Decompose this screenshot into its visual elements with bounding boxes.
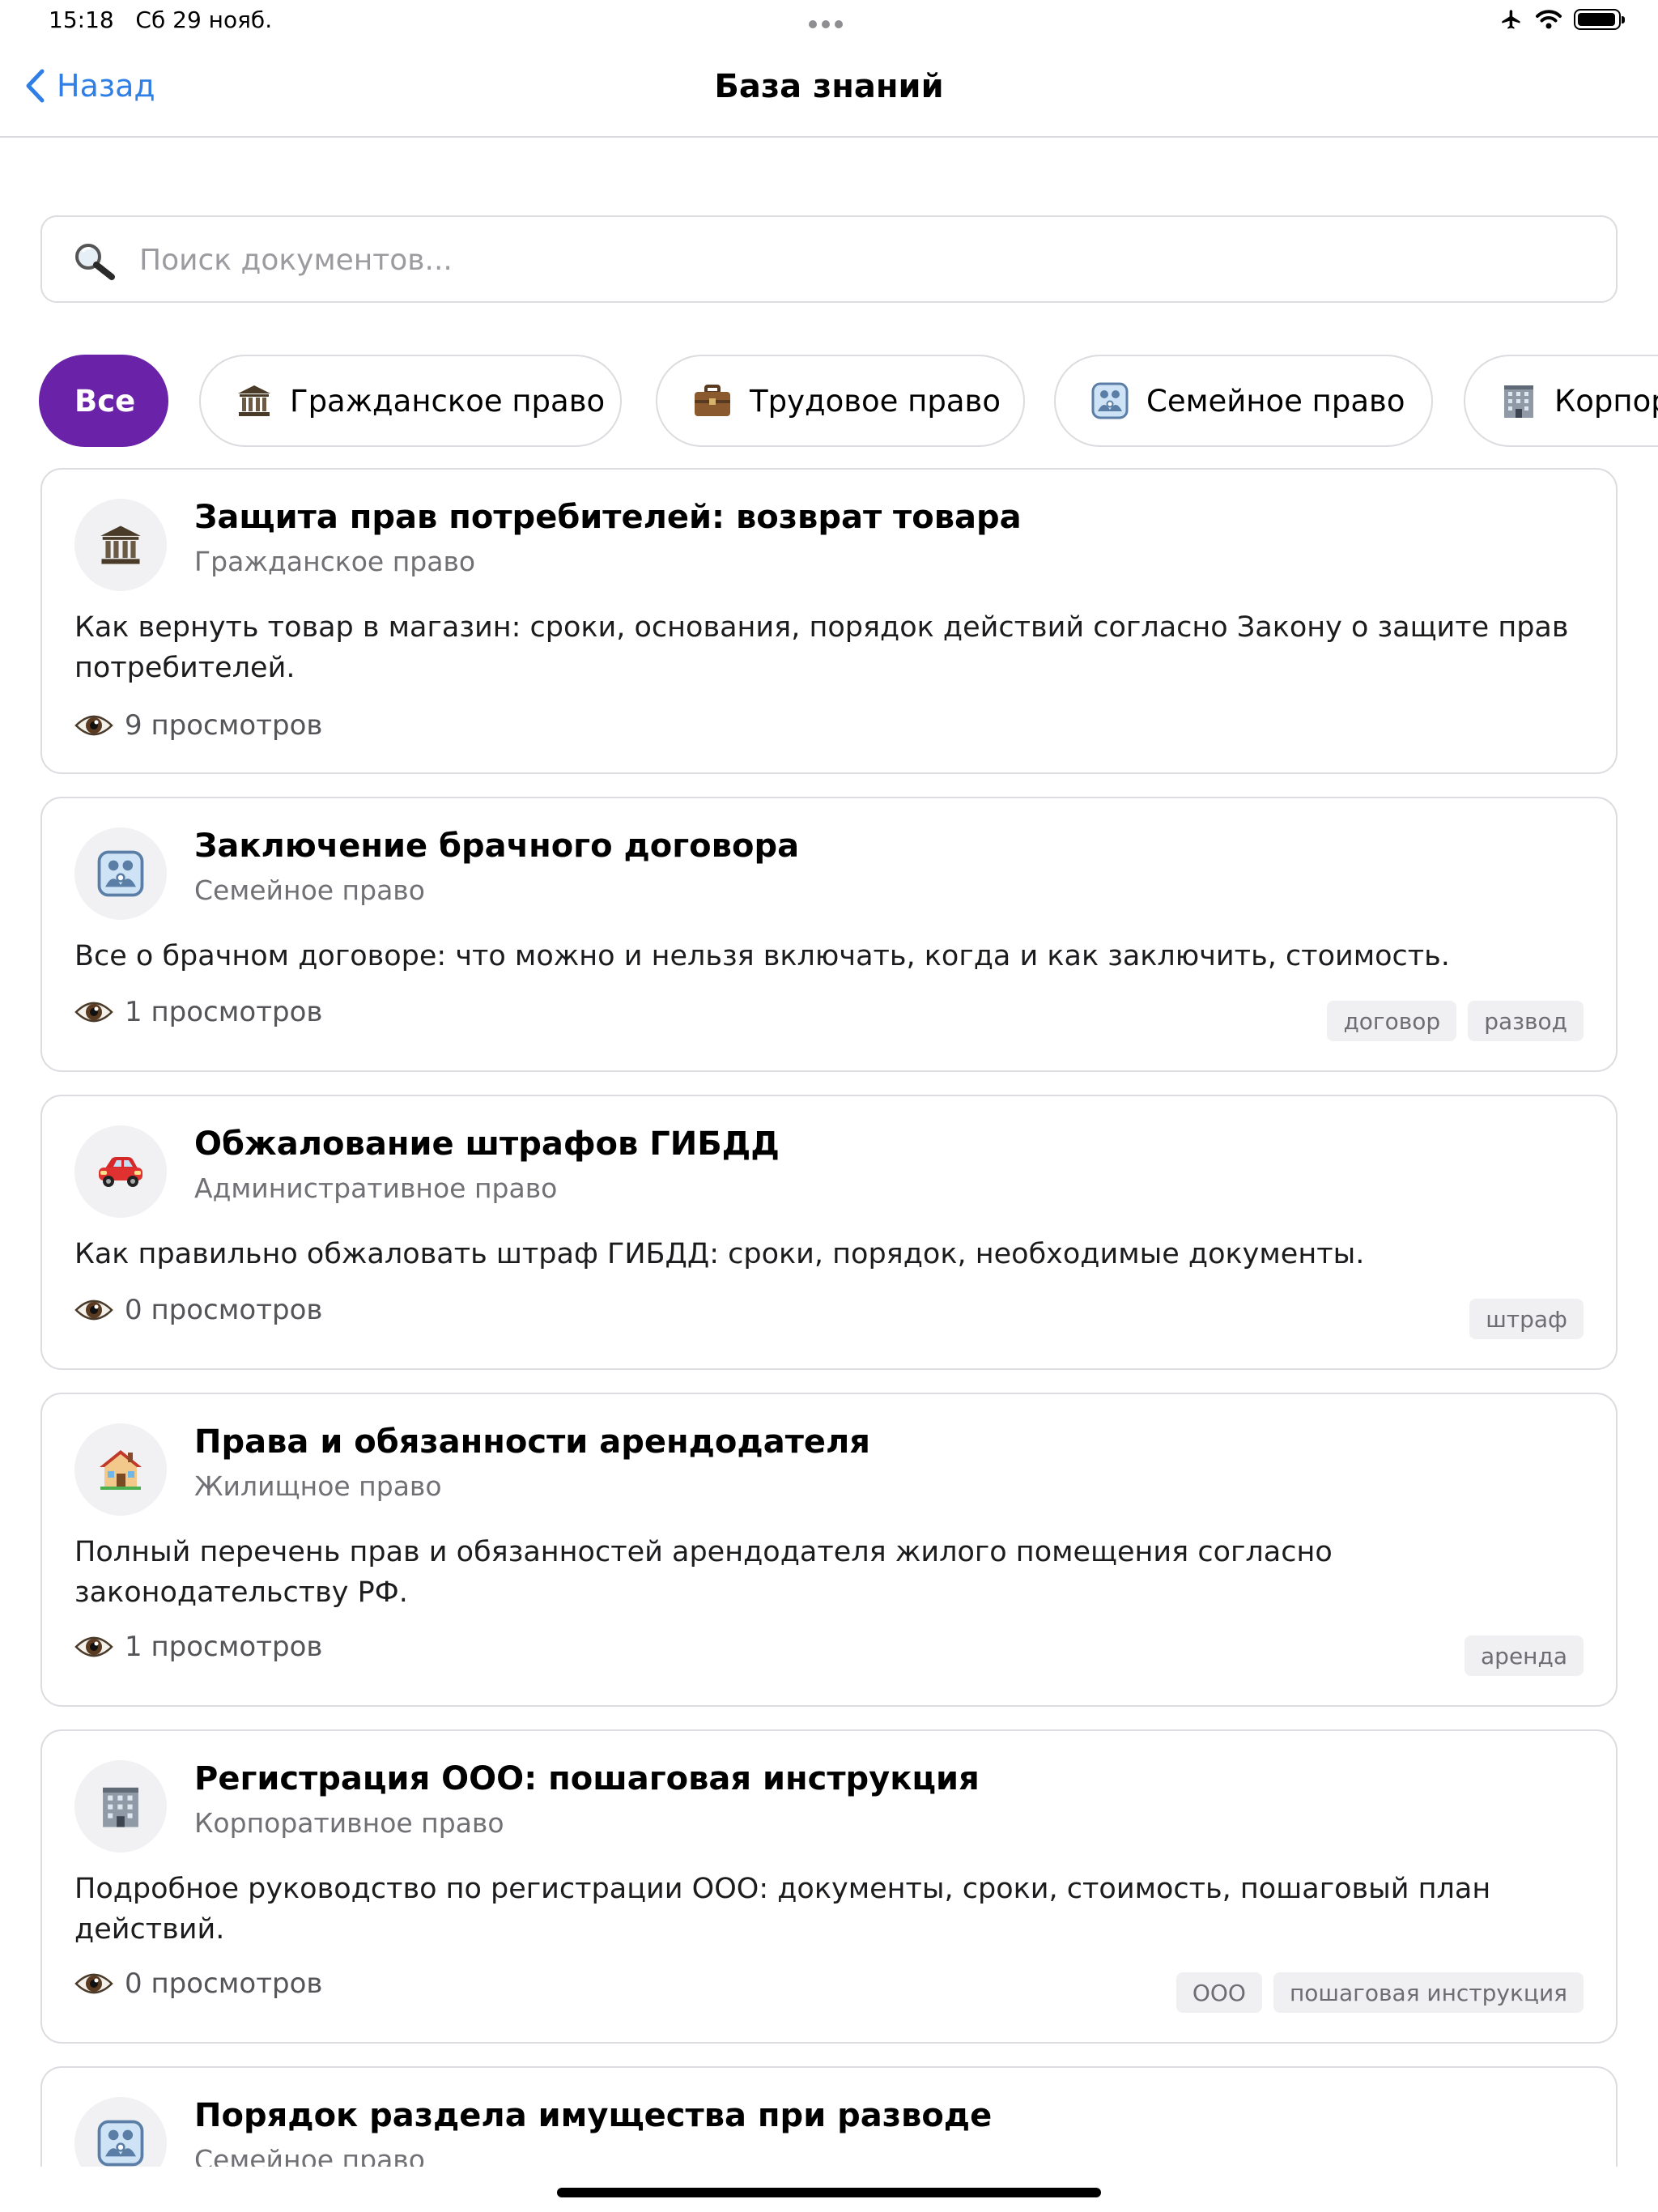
status-time-date: 15:18 Сб 29 нояб. [49,6,272,33]
tag[interactable]: аренда [1465,1636,1584,1676]
document-card[interactable]: Порядок раздела имущества при разводе Се… [40,2066,1618,2167]
document-card[interactable]: Защита прав потребителей: возврат товара… [40,468,1618,774]
car-icon [99,1157,142,1187]
chip-label: Все [74,383,136,419]
eye-icon [74,1636,113,1657]
card-description: Подробное руководство по регистрации ООО… [74,1873,1491,1946]
view-count-label: 1 просмотров [125,996,323,1028]
eye-icon [74,715,113,736]
chip-label: Корпор [1554,383,1658,419]
card-title: Защита прав потребителей: возврат товара [194,499,1022,536]
multitasking-dots-icon[interactable] [806,16,845,32]
card-category: Корпоративное право [194,1807,504,1839]
view-count-label: 9 просмотров [125,709,323,742]
view-count: 1 просмотров [74,1631,322,1663]
chip-family-law[interactable]: Семейное право [1054,355,1433,447]
classical-building-icon [100,525,141,564]
family-icon [1091,382,1129,419]
view-count: 9 просмотров [74,709,322,742]
tag-list: штраф [1469,1299,1584,1339]
page-title: База знаний [714,68,944,105]
tag[interactable]: развод [1468,1001,1584,1041]
category-avatar [74,1125,167,1218]
chip-civil-law[interactable]: Гражданское право [199,355,622,447]
card-category: Административное право [194,1172,558,1204]
search-icon [73,241,117,283]
category-avatar [74,2097,167,2167]
document-card[interactable]: Обжалование штрафов ГИБДД Административн… [40,1095,1618,1370]
briefcase-icon [693,384,732,418]
card-category: Семейное право [194,874,425,906]
card-title: Порядок раздела имущества при разводе [194,2097,993,2134]
document-card[interactable]: Права и обязанности арендодателя Жилищно… [40,1393,1618,1707]
tag-list: договор развод [1327,1001,1584,1041]
status-date: Сб 29 нояб. [135,6,273,33]
card-description: Как правильно обжаловать штраф ГИБДД: ср… [74,1238,1365,1270]
search-bar[interactable] [40,215,1618,303]
family-icon [97,850,144,897]
card-title: Права и обязанности арендодателя [194,1423,870,1461]
card-description: Все о брачном договоре: что можно и нель… [74,940,1450,972]
category-avatar [74,499,167,591]
tag[interactable]: договор [1327,1001,1457,1041]
home-indicator[interactable] [557,2188,1101,2197]
tag[interactable]: штраф [1469,1299,1584,1339]
chip-label: Гражданское право [290,383,606,419]
document-card[interactable]: Заключение брачного договора Семейное пр… [40,797,1618,1072]
card-title: Обжалование штрафов ГИБДД [194,1125,780,1163]
office-building-icon [103,1787,138,1827]
airplane-icon [1502,10,1520,29]
category-filter: Все Гражданское право Трудовое право Сем… [39,355,1658,449]
document-card[interactable]: Регистрация ООО: пошаговая инструкция Ко… [40,1729,1618,2044]
view-count: 0 просмотров [74,1967,322,2000]
view-count-label: 0 просмотров [125,1967,323,2000]
chip-label: Трудовое право [750,383,1001,419]
search-input[interactable] [138,236,1582,283]
status-bar: 15:18 Сб 29 нояб. [0,0,1658,44]
tag[interactable]: ООО [1175,1972,1262,2013]
tag-list: аренда [1465,1636,1584,1676]
card-category: Жилищное право [194,1470,442,1502]
card-description: Полный перечень прав и обязанностей арен… [74,1536,1333,1609]
eye-icon [74,1300,113,1321]
office-building-icon [1501,382,1537,419]
status-icons [1499,8,1625,31]
category-avatar [74,827,167,920]
view-count: 1 просмотров [74,996,322,1028]
card-description: Как вернуть товар в магазин: сроки, осно… [74,611,1569,684]
card-title: Заключение брачного договора [194,827,800,865]
card-title: Регистрация ООО: пошаговая инструкция [194,1760,980,1797]
view-count-label: 0 просмотров [125,1294,323,1326]
family-icon [97,2120,144,2167]
category-avatar [74,1423,167,1516]
status-time: 15:18 [49,6,114,33]
navigation-bar: Назад База знаний [0,45,1658,138]
house-icon [100,1450,142,1490]
eye-icon [74,1973,113,1994]
battery-icon [1574,9,1625,30]
card-category: Гражданское право [194,546,476,577]
tag-list: ООО пошаговая инструкция [1175,1972,1584,2013]
chip-all[interactable]: Все [39,355,168,447]
category-avatar [74,1760,167,1853]
battery-level [1578,13,1615,26]
chip-corporate-law[interactable]: Корпор [1464,355,1658,447]
classical-building-icon [236,384,272,418]
card-category: Семейное право [194,2144,425,2167]
chip-labor-law[interactable]: Трудовое право [656,355,1025,447]
view-count: 0 просмотров [74,1294,322,1326]
wifi-icon [1536,10,1562,29]
eye-icon [74,1002,113,1023]
chip-label: Семейное право [1146,383,1405,419]
view-count-label: 1 просмотров [125,1631,323,1663]
tag[interactable]: пошаговая инструкция [1273,1972,1584,2013]
